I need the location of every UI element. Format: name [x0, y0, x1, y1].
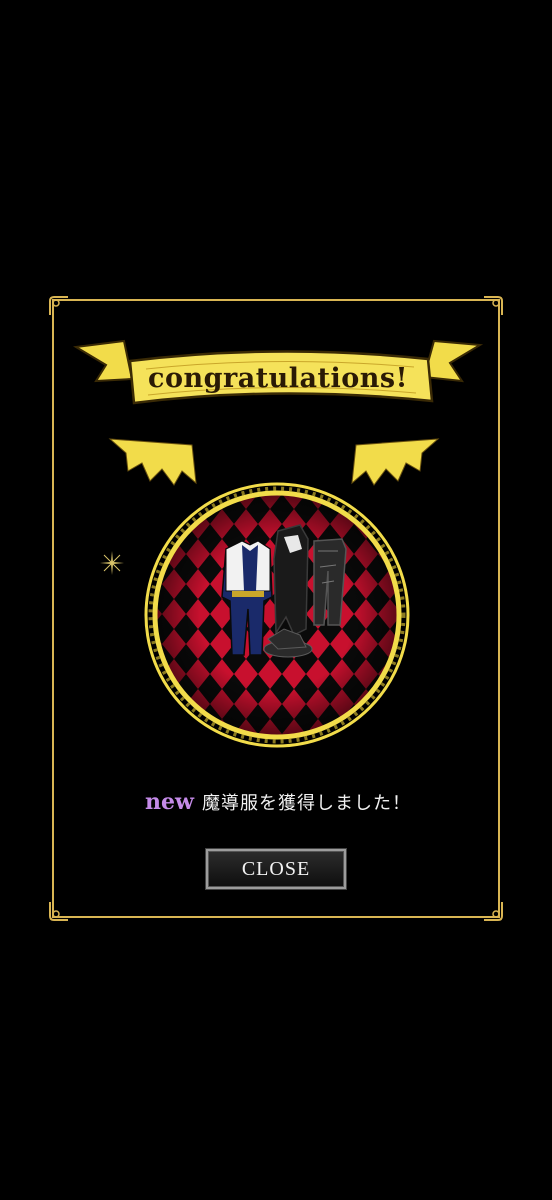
reward-medallion: [144, 482, 410, 748]
close-button[interactable]: CLOSE: [206, 849, 346, 889]
ornate-corner-icon: [484, 902, 503, 921]
ornate-corner-icon: [484, 296, 503, 315]
new-badge: new: [145, 789, 194, 815]
banner-title: congratulations!: [148, 363, 408, 394]
ornate-corner-icon: [49, 296, 68, 315]
reward-message-text: 魔導服を獲得しました！: [201, 793, 411, 814]
reward-dialog: congratulations! new 魔導服を獲得しました！ CLOSE: [49, 296, 503, 921]
sparkle-icon: [100, 551, 124, 575]
ornate-corner-icon: [49, 902, 68, 921]
congratulations-banner: congratulations!: [72, 339, 484, 415]
reward-message: new 魔導服を獲得しました！: [54, 789, 502, 815]
